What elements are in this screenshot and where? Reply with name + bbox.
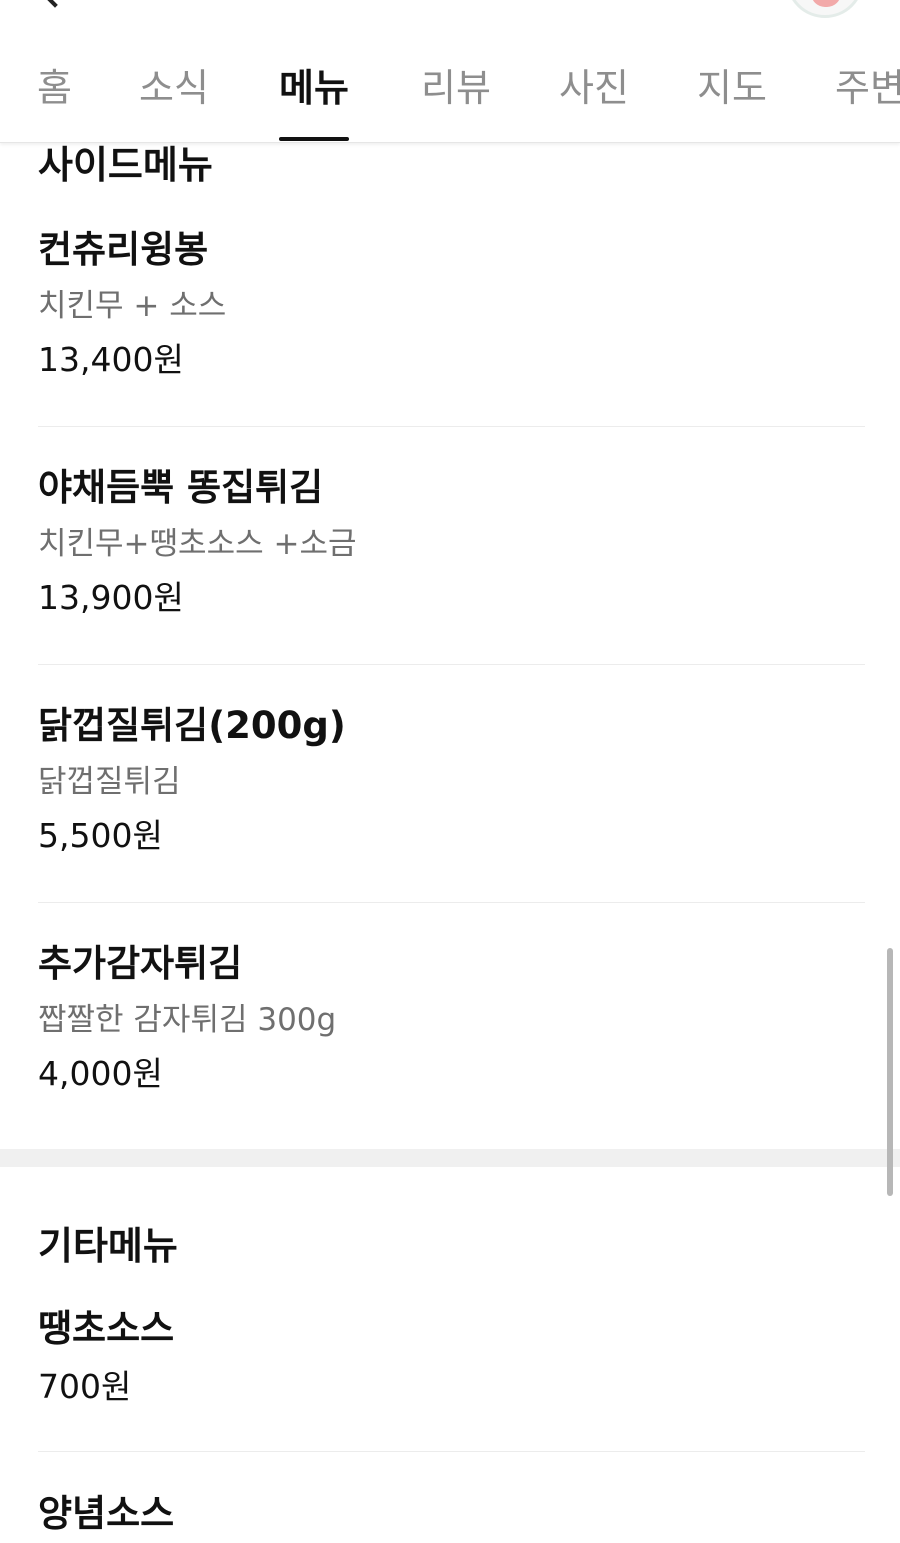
active-tab-indicator: [279, 137, 349, 141]
menu-item[interactable]: 양념소스: [38, 1490, 865, 1538]
tab-news[interactable]: 소식: [139, 62, 209, 142]
menu-item-name: 땡초소스: [38, 1307, 175, 1350]
menu-item[interactable]: 추가감자튀김 짭짤한 감자튀김 300g 4,000원: [38, 940, 865, 1096]
tab-bar: 홈 소식 메뉴 리뷰 사진 지도 주변: [0, 50, 900, 143]
menu-item[interactable]: 야채듬뿍 똥집튀김 치킨무+땡초소스 +소금 13,900원: [38, 464, 865, 620]
menu-item-price: 5,500원: [38, 816, 163, 855]
tab-label: 메뉴: [279, 66, 349, 110]
menu-item-description: 치킨무 + 소스: [38, 288, 227, 324]
menu-item-name: 양념소스: [38, 1492, 175, 1535]
divider: [38, 902, 865, 903]
menu-content[interactable]: 사이드메뉴 컨츄리윙봉 치킨무 + 소스 13,400원 야채듬뿍 똥집튀김 치…: [0, 142, 900, 1543]
tab-map[interactable]: 지도: [697, 62, 767, 142]
menu-item-name: 닭껍질튀김(200g): [38, 704, 346, 747]
tab-label: 사진: [559, 66, 629, 110]
tab-nearby[interactable]: 주변: [835, 62, 900, 142]
tab-reviews[interactable]: 리뷰: [421, 62, 491, 142]
scrollbar-thumb[interactable]: [887, 948, 893, 1196]
tab-menu[interactable]: 메뉴: [279, 62, 349, 142]
section-title: 기타메뉴: [38, 1224, 178, 1268]
avatar-image: [811, 0, 841, 7]
menu-item-name: 추가감자튀김: [38, 942, 243, 985]
tab-label: 리뷰: [421, 66, 491, 110]
menu-item-name: 야채듬뿍 똥집튀김: [38, 466, 324, 509]
tab-label: 소식: [139, 66, 209, 110]
menu-item-description: 닭껍질튀김: [38, 764, 181, 800]
divider: [38, 1451, 865, 1452]
divider: [38, 426, 865, 427]
menu-item-description: 짭짤한 감자튀김 300g: [38, 1002, 337, 1038]
menu-item-price: 4,000원: [38, 1054, 163, 1093]
tab-label: 홈: [37, 66, 72, 110]
menu-item-price: 13,900원: [38, 578, 184, 617]
tab-label: 주변: [835, 66, 900, 110]
tab-home[interactable]: 홈: [37, 62, 72, 142]
tab-label: 지도: [697, 66, 767, 110]
tab-photos[interactable]: 사진: [559, 62, 629, 142]
back-chevron-icon[interactable]: [42, 0, 68, 8]
top-header: [0, 0, 900, 50]
menu-item-price: 700원: [38, 1367, 132, 1406]
menu-item[interactable]: 닭껍질튀김(200g) 닭껍질튀김 5,500원: [38, 702, 865, 858]
menu-item[interactable]: 컨츄리윙봉 치킨무 + 소스 13,400원: [38, 226, 865, 382]
menu-item-name: 컨츄리윙봉: [38, 228, 209, 271]
section-title: 사이드메뉴: [38, 143, 213, 187]
menu-item-description: 치킨무+땡초소스 +소금: [38, 526, 357, 562]
section-separator: [0, 1149, 900, 1167]
menu-item[interactable]: 땡초소스 700원: [38, 1305, 865, 1409]
avatar[interactable]: [786, 0, 864, 18]
menu-item-price: 13,400원: [38, 340, 184, 379]
divider: [38, 664, 865, 665]
